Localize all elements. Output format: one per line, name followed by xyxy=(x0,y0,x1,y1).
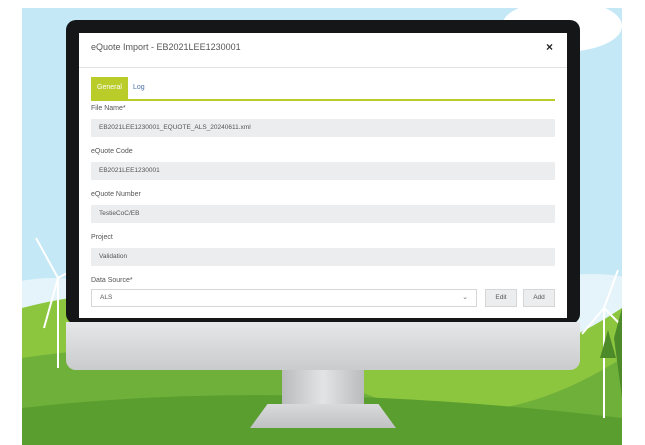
data-source-label: Data Source* xyxy=(91,277,133,284)
add-button[interactable]: Add xyxy=(523,289,555,307)
project-label: Project xyxy=(91,234,113,241)
equote-code-label: eQuote Code xyxy=(91,148,133,155)
close-icon[interactable]: × xyxy=(546,40,553,54)
equote-number-label: eQuote Number xyxy=(91,191,141,198)
screen: eQuote Import - EB2021LEE1230001 × Gener… xyxy=(79,33,567,318)
chevron-down-icon: ⌄ xyxy=(462,294,468,301)
monitor-stand xyxy=(282,370,364,408)
tab-log[interactable]: Log xyxy=(127,77,151,99)
scene: eQuote Import - EB2021LEE1230001 × Gener… xyxy=(0,0,645,445)
tab-bar: General Log xyxy=(91,77,555,101)
equote-code-field[interactable]: EB2021LEE1230001 xyxy=(91,162,555,180)
data-source-value: ALS xyxy=(100,294,113,301)
dialog-title: eQuote Import - EB2021LEE1230001 xyxy=(91,42,241,52)
file-name-value: EB2021LEE1230001_EQUOTE_ALS_20240611.xml xyxy=(99,124,251,131)
equote-number-value: TestieCoC/EB xyxy=(99,210,140,217)
file-name-label: File Name* xyxy=(91,105,126,112)
equote-number-field[interactable]: TestieCoC/EB xyxy=(91,205,555,223)
data-source-select[interactable]: ALS ⌄ xyxy=(91,289,477,307)
file-name-field[interactable]: EB2021LEE1230001_EQUOTE_ALS_20240611.xml xyxy=(91,119,555,137)
equote-code-value: EB2021LEE1230001 xyxy=(99,167,160,174)
tab-general[interactable]: General xyxy=(91,77,128,99)
project-field[interactable]: Validation xyxy=(91,248,555,266)
project-value: Validation xyxy=(99,253,128,260)
edit-button[interactable]: Edit xyxy=(485,289,517,307)
monitor-chin xyxy=(66,322,580,370)
dialog-title-bar: eQuote Import - EB2021LEE1230001 × xyxy=(79,33,567,68)
monitor-stand-base xyxy=(250,404,396,428)
